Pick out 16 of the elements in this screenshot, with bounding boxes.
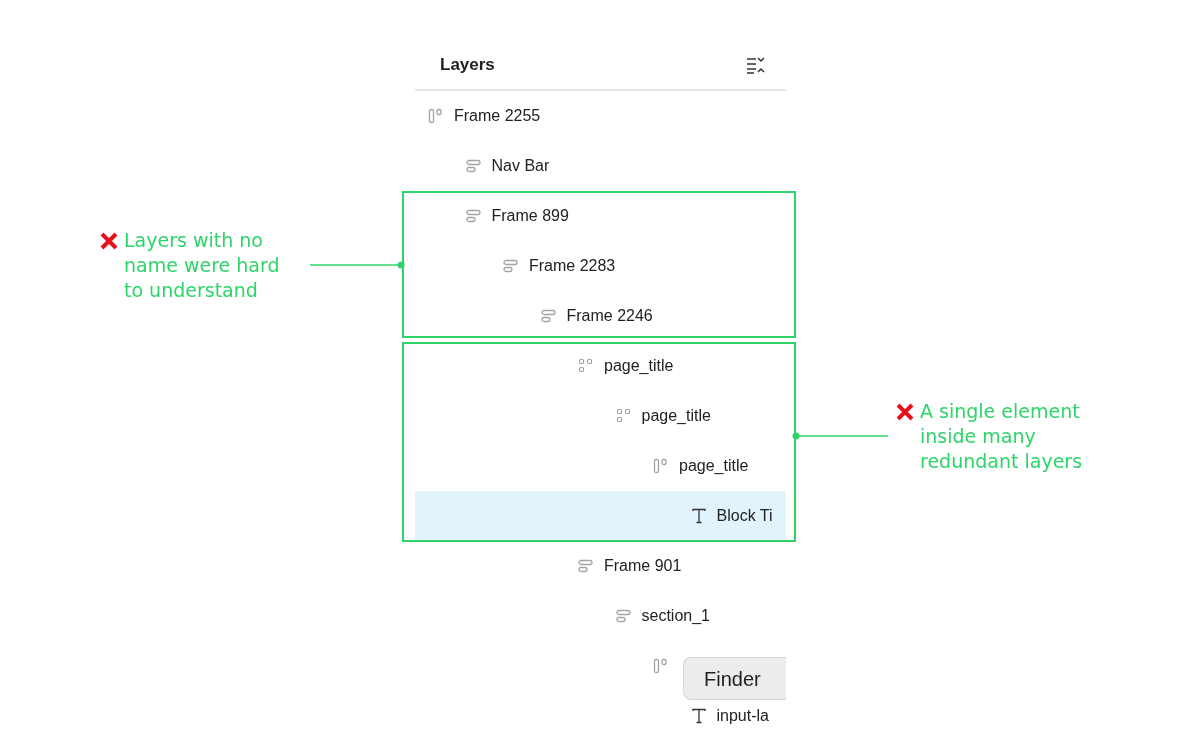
layer-name: Block Ti <box>716 506 773 526</box>
tooltip-text: Finder <box>704 666 761 692</box>
annotation-text: A single element inside many redundant layers <box>920 399 1084 474</box>
layer-name: page_title <box>604 356 674 376</box>
panel-title: Layers <box>440 53 495 76</box>
layer-name: Frame 2255 <box>454 106 541 126</box>
layer-name: Frame 2246 <box>566 306 653 326</box>
layer-name: Frame 2283 <box>529 256 616 276</box>
annotation-text: Layers with no name were hard to understand <box>124 228 281 303</box>
layer-name: Frame 901 <box>604 556 682 576</box>
layer-name: page_title <box>641 406 711 426</box>
layer-name: page_title <box>679 456 749 476</box>
layer-name: section_1 <box>641 606 710 626</box>
layer-name: input-la <box>716 706 769 726</box>
layer-name: Nav Bar <box>491 156 550 176</box>
layer-name: Frame 899 <box>491 206 569 226</box>
